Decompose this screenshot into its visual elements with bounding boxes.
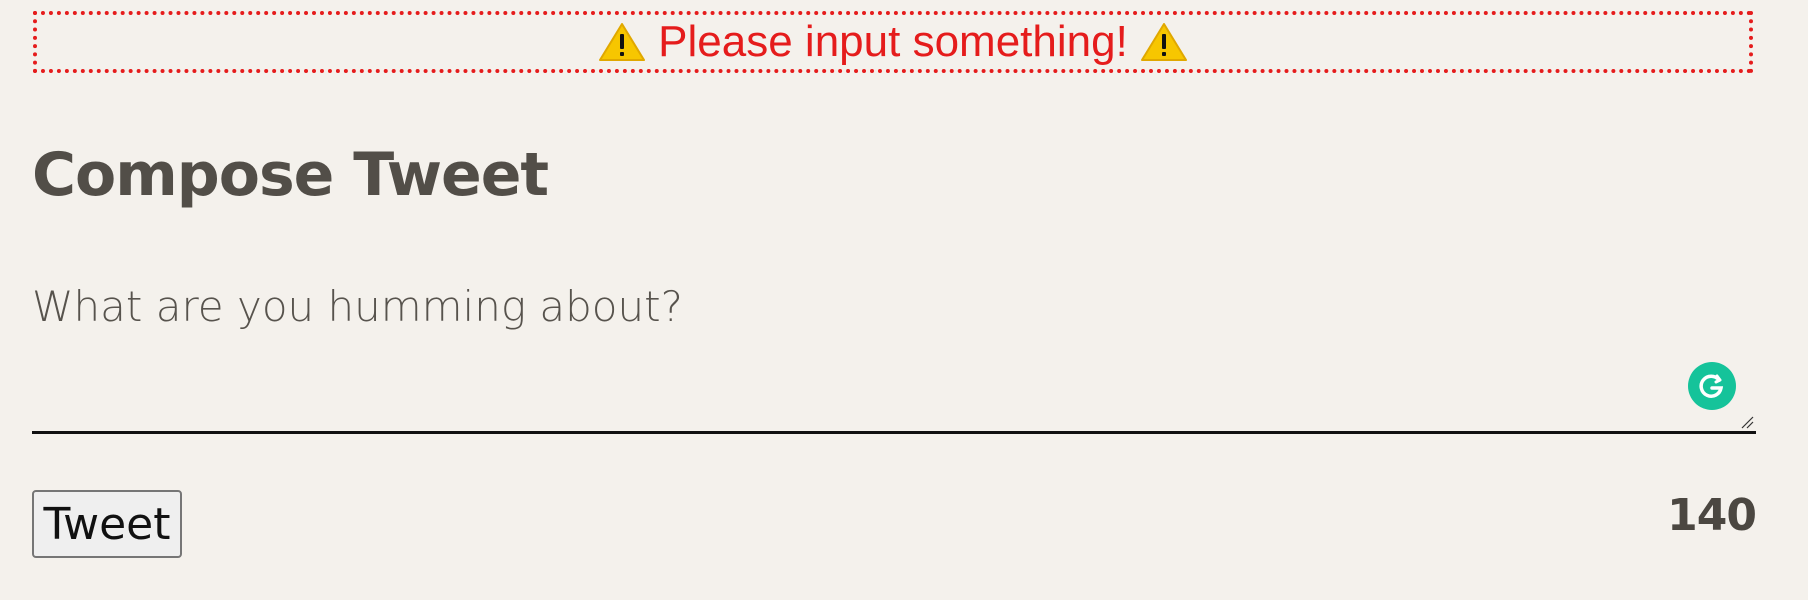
page-title: Compose Tweet	[32, 140, 549, 210]
tweet-button[interactable]: Tweet	[32, 490, 182, 558]
warning-icon	[1140, 22, 1188, 62]
alert-message: Please input something!	[658, 17, 1128, 66]
compose-page: Please input something! Compose Tweet Tw…	[0, 0, 1808, 600]
tweet-input-container	[32, 270, 1756, 434]
resize-handle[interactable]	[1740, 415, 1754, 429]
character-counter: 140	[1667, 490, 1757, 541]
warning-icon	[598, 22, 646, 62]
error-alert: Please input something!	[33, 11, 1753, 73]
grammarly-icon[interactable]	[1688, 362, 1736, 410]
tweet-input[interactable]	[32, 270, 1756, 431]
